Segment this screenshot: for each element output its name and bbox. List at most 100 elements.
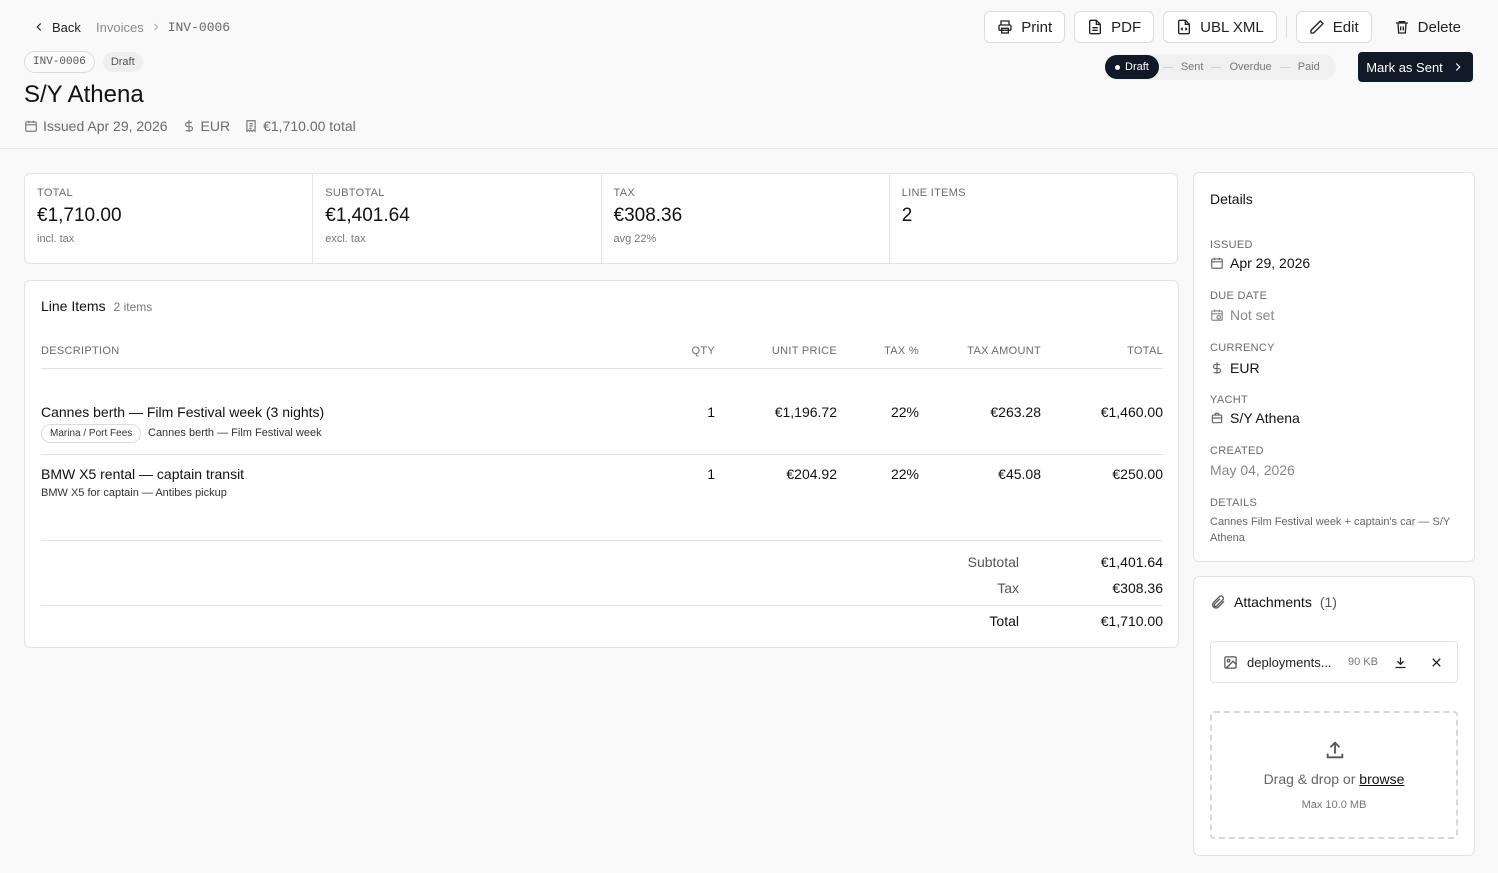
step-sent[interactable]: Sent [1177, 61, 1208, 73]
file-text-icon [1089, 19, 1102, 35]
browse-link[interactable]: browse [1359, 771, 1404, 787]
stat-label: SUBTOTAL [325, 187, 385, 199]
row-qty: 1 [707, 404, 715, 420]
toolbar-divider [1285, 16, 1287, 38]
tax-label: Tax [997, 580, 1019, 596]
col-tax-amount: TAX AMOUNT [967, 345, 1041, 357]
line-items-header: Line Items 2 items [41, 298, 152, 314]
calendar-icon [1211, 257, 1223, 269]
paperclip-icon [1212, 595, 1225, 609]
yacht-label: YACHT [1210, 394, 1248, 406]
line-items-card: Line Items 2 items DESCRIPTION QTY UNIT … [24, 280, 1179, 648]
issued-date: Apr 29, 2026 [1230, 255, 1311, 271]
pdf-button[interactable]: PDF [1074, 11, 1155, 43]
trash-icon [1395, 21, 1408, 34]
meta-issued: Issued Apr 29, 2026 [24, 118, 168, 134]
dropzone-text: Drag & drop or browse [1212, 771, 1456, 787]
meta-currency: EUR [182, 118, 231, 134]
badge-row: INV-0006 Draft [24, 51, 143, 73]
yacht-value: S/Y Athena [1210, 410, 1300, 426]
chevron-right-icon [1455, 63, 1461, 71]
row-tax-pct: 22% [890, 404, 919, 420]
yacht-text: S/Y Athena [1230, 410, 1300, 426]
due-date-value: Not set [1210, 307, 1274, 323]
edit-button[interactable]: Edit [1295, 11, 1372, 43]
total-divider [41, 605, 1163, 606]
line-items-title: Line Items [41, 298, 106, 314]
currency-label: CURRENCY [1210, 342, 1275, 354]
stat-subtotal: SUBTOTAL €1,401.64 excl. tax [313, 174, 602, 263]
stat-label: TAX [613, 187, 635, 199]
step-overdue[interactable]: Overdue [1225, 61, 1275, 73]
attachments-count: (1) [1319, 594, 1337, 610]
delete-button[interactable]: Delete [1381, 11, 1474, 43]
calendar-clock-icon [1211, 309, 1223, 321]
toolbar: Print PDF UBL XML Edit Delete [984, 11, 1474, 43]
row-unit-price: €204.92 [786, 466, 837, 482]
step-paid[interactable]: Paid [1294, 61, 1324, 73]
step-draft[interactable]: Draft [1105, 55, 1159, 79]
max-size: Max 10.0 MB [1301, 799, 1367, 811]
active-dot [1115, 64, 1120, 70]
print-button[interactable]: Print [984, 11, 1066, 43]
ubl-xml-button[interactable]: UBL XML [1163, 11, 1277, 43]
due-date-text: Not set [1230, 307, 1275, 323]
col-unit-price: UNIT PRICE [771, 345, 837, 357]
step-connector [1211, 66, 1222, 68]
step-connector [1279, 66, 1290, 68]
currency-text: EUR [1230, 360, 1260, 376]
upload-dropzone[interactable]: Drag & drop or browse Max 10.0 MB [1210, 711, 1458, 839]
subtotal-value: €1,401.64 [1100, 554, 1163, 570]
col-qty: QTY [691, 345, 715, 357]
meta-total: €1,710.00 total [244, 118, 356, 134]
details-card: Details ISSUED Apr 29, 2026 DUE DATE Not… [1193, 172, 1475, 562]
issued-label: ISSUED [1210, 239, 1253, 251]
back-label: Back [52, 19, 81, 35]
pdf-label: PDF [1111, 18, 1142, 36]
download-icon[interactable] [1393, 655, 1408, 670]
row-qty: 1 [707, 466, 715, 482]
total-label: Total [989, 613, 1019, 629]
stat-tax: TAX €308.36 avg 22% [602, 174, 890, 263]
file-code-icon [1178, 19, 1191, 35]
attachment-size: 90 KB [1348, 656, 1378, 668]
created-label: CREATED [1210, 445, 1264, 457]
stat-line-items: LINE ITEMS 2 [890, 174, 1177, 263]
dropzone-hint: Drag & drop or [1263, 771, 1360, 787]
invoice-id-badge: INV-0006 [24, 51, 95, 73]
delete-label: Delete [1417, 18, 1461, 36]
image-icon [1224, 655, 1237, 669]
mark-as-sent-button[interactable]: Mark as Sent [1358, 52, 1473, 82]
stat-sub: incl. tax [37, 233, 75, 245]
calendar-icon [25, 120, 37, 132]
col-total: TOTAL [1127, 345, 1163, 357]
details-label: DETAILS [1210, 497, 1258, 509]
created-value: May 04, 2026 [1210, 462, 1295, 478]
row-tax-pct: 22% [890, 466, 919, 482]
mark-as-sent-label: Mark as Sent [1366, 59, 1443, 75]
attachment-name: deployments... [1247, 654, 1332, 670]
breadcrumb-invoices[interactable]: Invoices [96, 20, 144, 35]
back-button[interactable]: Back [32, 17, 81, 37]
breadcrumb: Invoices INV-0006 [96, 17, 230, 37]
attachments-header: Attachments (1) [1210, 594, 1337, 610]
breadcrumb-current: INV-0006 [167, 19, 231, 35]
row-unit-price: €1,196.72 [774, 404, 837, 420]
summary-divider [41, 540, 1163, 541]
close-icon[interactable] [1429, 655, 1444, 670]
meta-issued-text: Issued Apr 29, 2026 [43, 118, 168, 134]
stat-value: €1,401.64 [325, 205, 410, 226]
meta-currency-text: EUR [200, 118, 231, 134]
step-draft-label: Draft [1125, 61, 1149, 73]
receipt-icon [246, 120, 256, 133]
row-description: Cannes berth — Film Festival week (3 nig… [41, 404, 325, 420]
stat-total: TOTAL €1,710.00 incl. tax [25, 174, 314, 263]
meta-total-text: €1,710.00 total [263, 118, 356, 134]
attachments-title: Attachments [1234, 594, 1312, 610]
print-label: Print [1021, 18, 1053, 36]
upload-icon [1326, 741, 1344, 759]
header-divider [41, 368, 1163, 369]
attachment-item[interactable]: deployments... 90 KB [1210, 641, 1458, 683]
ubl-xml-label: UBL XML [1200, 18, 1264, 36]
subtotal-label: Subtotal [967, 554, 1019, 570]
